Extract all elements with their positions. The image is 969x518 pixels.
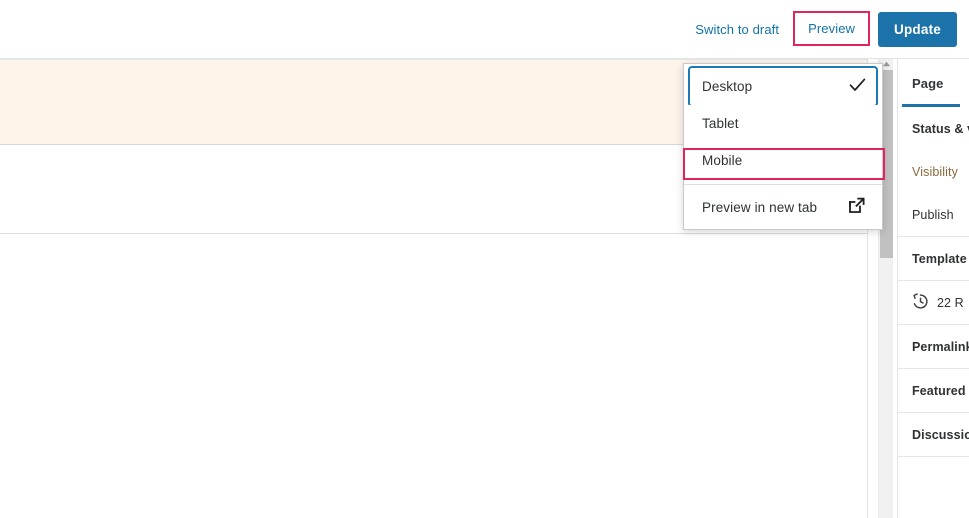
sidebar-row-featured-image[interactable]: Featured i xyxy=(898,369,969,412)
menu-item-mobile-label: Mobile xyxy=(702,153,742,168)
switch-to-draft-button[interactable]: Switch to draft xyxy=(685,16,789,43)
sidebar-row-revisions[interactable]: 22 R xyxy=(898,281,969,324)
sidebar-row-permalink[interactable]: Permalink xyxy=(898,325,969,368)
menu-item-desktop[interactable]: Desktop xyxy=(690,68,876,105)
update-button[interactable]: Update xyxy=(878,12,957,47)
document-settings-sidebar[interactable]: Page Status & v Visibility Publish Templ… xyxy=(897,59,969,518)
sidebar-row-label: 22 R xyxy=(937,296,964,310)
content-body-region[interactable]: Edit with Elementor xyxy=(0,235,868,518)
check-icon xyxy=(849,78,866,95)
sidebar-row-discussion[interactable]: Discussion xyxy=(898,413,969,456)
revision-clock-icon xyxy=(912,293,929,313)
sidebar-row-label: Status & v xyxy=(912,122,969,136)
menu-item-mobile[interactable]: Mobile xyxy=(684,142,882,179)
menu-item-tablet-label: Tablet xyxy=(702,116,739,131)
preview-dropdown-menu[interactable]: Desktop Tablet Mobile Preview in new tab xyxy=(683,63,883,230)
sidebar-row-visibility[interactable]: Visibility xyxy=(898,150,969,193)
menu-item-desktop-label: Desktop xyxy=(702,79,752,94)
wordpress-block-editor: Switch to draft Preview Update Edit with… xyxy=(0,0,969,518)
sidebar-tabs: Page xyxy=(898,59,969,107)
sidebar-row-label: Featured i xyxy=(912,384,969,398)
sidebar-row-label: Template xyxy=(912,252,967,266)
sidebar-row-status-visibility[interactable]: Status & v xyxy=(898,107,969,150)
menu-item-tablet[interactable]: Tablet xyxy=(684,105,882,142)
sidebar-divider xyxy=(898,456,969,457)
preview-in-new-tab-label: Preview in new tab xyxy=(702,200,817,215)
sidebar-row-label: Permalink xyxy=(912,340,969,354)
external-link-icon xyxy=(847,196,866,218)
preview-button-wrapper: Preview xyxy=(795,20,868,38)
sidebar-row-publish[interactable]: Publish xyxy=(898,193,969,236)
active-tab-indicator xyxy=(902,104,960,107)
preview-button[interactable]: Preview xyxy=(795,13,868,44)
editor-toolbar: Switch to draft Preview Update xyxy=(0,0,969,59)
sidebar-row-template[interactable]: Template xyxy=(898,237,969,280)
sidebar-row-label: Discussion xyxy=(912,428,969,442)
sidebar-row-label: Visibility xyxy=(912,165,958,179)
menu-item-preview-in-new-tab[interactable]: Preview in new tab xyxy=(684,185,882,229)
sidebar-row-label: Publish xyxy=(912,208,954,222)
tab-page[interactable]: Page xyxy=(912,76,943,91)
